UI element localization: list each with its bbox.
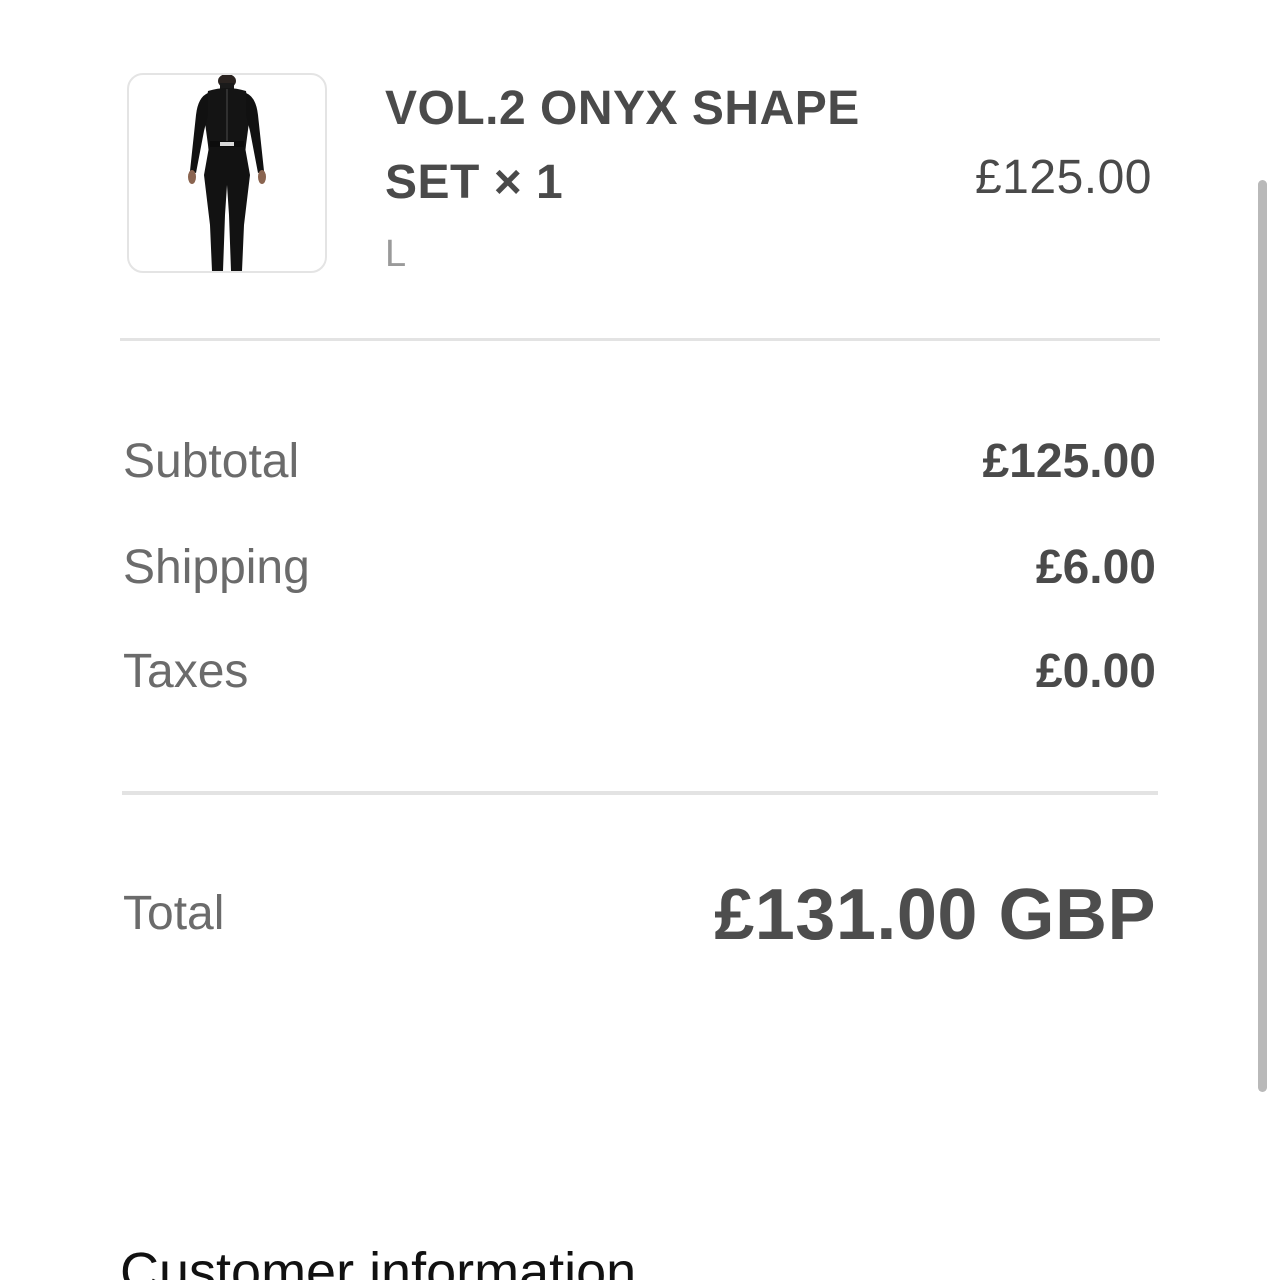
scrollbar[interactable] [1258, 180, 1267, 1092]
product-name: VOL.2 ONYX SHAPE SET × 1 [385, 82, 860, 209]
subtotal-value: £125.00 [982, 435, 1156, 488]
divider [122, 791, 1158, 795]
product-price: £125.00 [974, 151, 1152, 204]
product-variant: L [385, 233, 407, 275]
subtotal-row: Subtotal £125.00 [123, 430, 1156, 494]
black-bodysuit-icon [188, 75, 266, 271]
total-label: Total [123, 887, 225, 940]
customer-information-heading: Customer information [120, 1242, 637, 1280]
total-row: Total £131.00 GBP [123, 870, 1156, 960]
taxes-value: £0.00 [1035, 645, 1156, 698]
divider [120, 338, 1160, 341]
subtotal-label: Subtotal [123, 435, 300, 488]
order-summary-page: VOL.2 ONYX SHAPE SET × 1 L £125.00 Subto… [0, 0, 1280, 1280]
total-value: £131.00 GBP [714, 875, 1156, 955]
shipping-label: Shipping [123, 541, 310, 594]
product-thumbnail [127, 73, 327, 273]
shipping-value: £6.00 [1035, 541, 1156, 594]
shipping-row: Shipping £6.00 [123, 536, 1156, 600]
taxes-label: Taxes [123, 645, 249, 698]
taxes-row: Taxes £0.00 [123, 640, 1156, 704]
